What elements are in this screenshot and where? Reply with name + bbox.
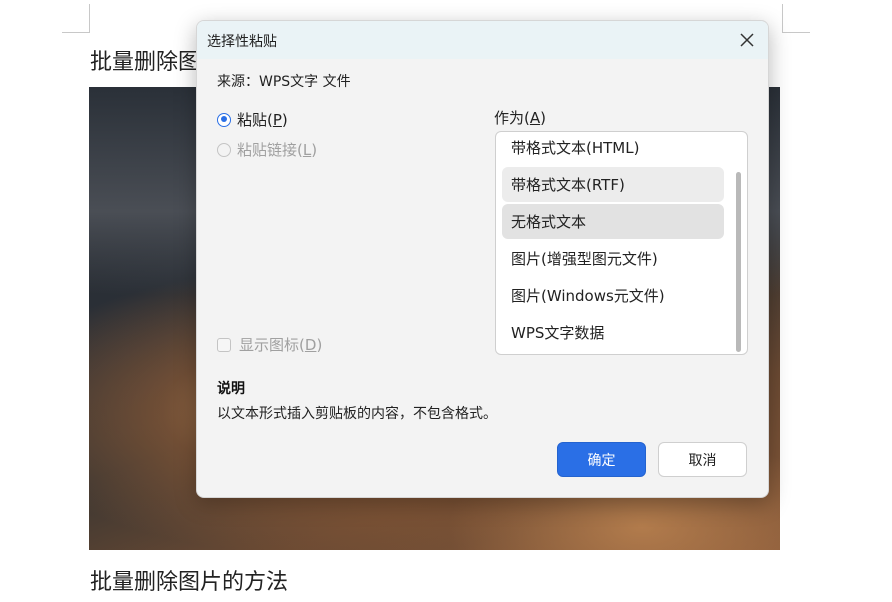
- list-item[interactable]: 图片(Windows元文件): [502, 278, 724, 313]
- as-listbox[interactable]: 带格式文本(HTML) 带格式文本(RTF) 无格式文本 图片(增强型图元文件)…: [495, 131, 748, 355]
- paste-radio[interactable]: 粘贴(P): [217, 109, 288, 130]
- as-label: 作为(A): [494, 109, 546, 127]
- close-button[interactable]: [736, 29, 758, 51]
- source-label: 来源：WPS文字 文件: [217, 74, 351, 90]
- checkbox-icon: [217, 337, 231, 352]
- paste-link-radio: 粘贴链接(L): [217, 139, 317, 160]
- list-item[interactable]: WPS文字数据: [502, 315, 724, 350]
- show-icon-label: 显示图标(D): [239, 336, 323, 354]
- paste-link-radio-label: 粘贴链接(L): [237, 141, 318, 159]
- dialog-title: 选择性粘贴: [207, 34, 277, 50]
- ok-button[interactable]: 确定: [557, 442, 646, 477]
- list-item-selected[interactable]: 无格式文本: [502, 204, 724, 239]
- list-item[interactable]: 图片(增强型图元文件): [502, 241, 724, 276]
- crop-mark-right-vertical: [782, 4, 783, 32]
- show-icon-checkbox: 显示图标(D): [217, 334, 322, 355]
- description-text: 以文本形式插入剪贴板的内容，不包含格式。: [217, 406, 497, 422]
- paste-radio-label: 粘贴(P): [237, 111, 288, 129]
- crop-mark-left-vertical: [89, 4, 90, 32]
- cancel-button[interactable]: 取消: [658, 442, 747, 477]
- dialog-titlebar[interactable]: 选择性粘贴: [197, 21, 768, 59]
- list-item[interactable]: 带格式文本(RTF): [502, 167, 724, 202]
- radio-unchecked-icon: [217, 142, 231, 157]
- paste-special-dialog: 选择性粘贴 来源：WPS文字 文件 粘贴(P) 粘贴链接(L) 作为(A) 带格…: [196, 20, 769, 498]
- crop-mark-right-horizontal: [782, 32, 810, 33]
- listbox-scrollbar[interactable]: [736, 172, 741, 352]
- description-title: 说明: [217, 381, 245, 397]
- crop-mark-left-horizontal: [62, 32, 90, 33]
- document-heading-top[interactable]: 批量删除图: [90, 44, 200, 76]
- radio-checked-icon[interactable]: [217, 112, 231, 127]
- document-heading-bottom[interactable]: 批量删除图片的方法: [90, 564, 288, 596]
- close-icon: [740, 33, 754, 47]
- list-item[interactable]: 带格式文本(HTML): [502, 132, 724, 165]
